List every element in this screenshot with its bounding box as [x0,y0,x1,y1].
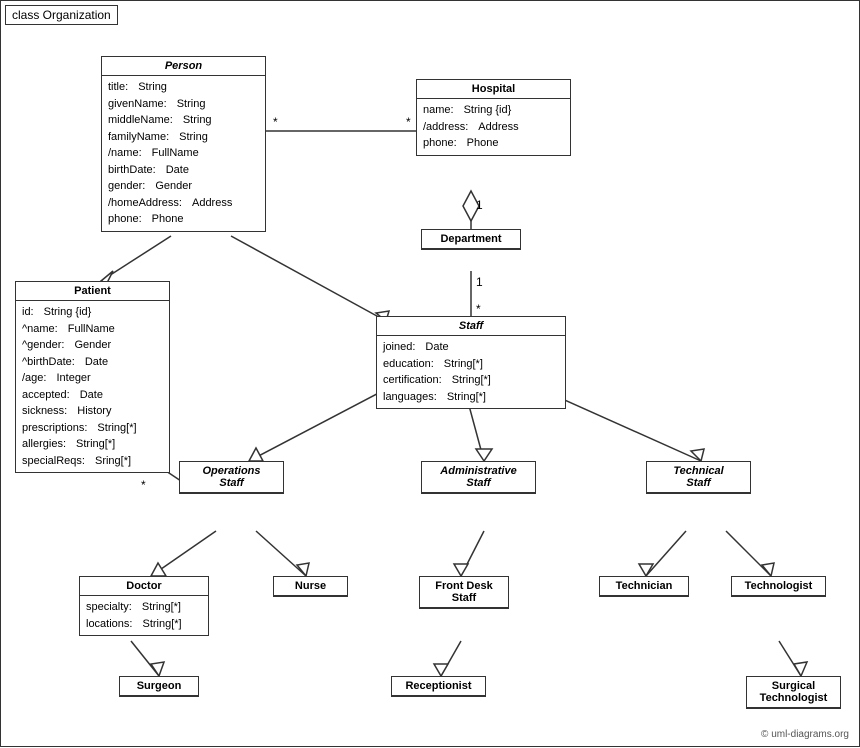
svg-text:*: * [273,115,278,129]
person-class: Person title:String givenName:String mid… [101,56,266,232]
operations-staff-class: OperationsStaff [179,461,284,494]
staff-class: Staff joined:Date education:String[*] ce… [376,316,566,409]
technician-header: Technician [600,577,688,596]
receptionist-class: Receptionist [391,676,486,697]
staff-body: joined:Date education:String[*] certific… [377,336,565,408]
doctor-body: specialty:String[*] locations:String[*] [80,596,208,635]
doctor-class: Doctor specialty:String[*] locations:Str… [79,576,209,636]
nurse-class: Nurse [273,576,348,597]
operations-staff-header: OperationsStaff [180,462,283,493]
surgical-technologist-header: SurgicalTechnologist [747,677,840,708]
administrative-staff-header: AdministrativeStaff [422,462,535,493]
hospital-class: Hospital name:String {id} /address:Addre… [416,79,571,156]
department-class: Department [421,229,521,250]
nurse-header: Nurse [274,577,347,596]
person-body: title:String givenName:String middleName… [102,76,265,231]
front-desk-staff-class: Front DeskStaff [419,576,509,609]
receptionist-header: Receptionist [392,677,485,696]
svg-text:*: * [141,478,146,492]
hospital-body: name:String {id} /address:Address phone:… [417,99,570,155]
patient-class: Patient id:String {id} ^name:FullName ^g… [15,281,170,473]
svg-text:*: * [406,115,411,129]
technologist-header: Technologist [732,577,825,596]
svg-text:*: * [476,302,481,316]
diagram-title: class Organization [5,5,118,25]
uml-diagram: class Organization * * 1 * 1 * [0,0,860,747]
patient-header: Patient [16,282,169,301]
hospital-header: Hospital [417,80,570,99]
technician-class: Technician [599,576,689,597]
technical-staff-class: TechnicalStaff [646,461,751,494]
svg-text:1: 1 [476,275,483,289]
patient-body: id:String {id} ^name:FullName ^gender:Ge… [16,301,169,472]
staff-header: Staff [377,317,565,336]
svg-text:1: 1 [476,198,483,212]
technologist-class: Technologist [731,576,826,597]
front-desk-staff-header: Front DeskStaff [420,577,508,608]
person-header: Person [102,57,265,76]
surgeon-header: Surgeon [120,677,198,696]
administrative-staff-class: AdministrativeStaff [421,461,536,494]
copyright: © uml-diagrams.org [761,729,849,740]
technical-staff-header: TechnicalStaff [647,462,750,493]
doctor-header: Doctor [80,577,208,596]
surgeon-class: Surgeon [119,676,199,697]
surgical-technologist-class: SurgicalTechnologist [746,676,841,709]
department-header: Department [422,230,520,249]
